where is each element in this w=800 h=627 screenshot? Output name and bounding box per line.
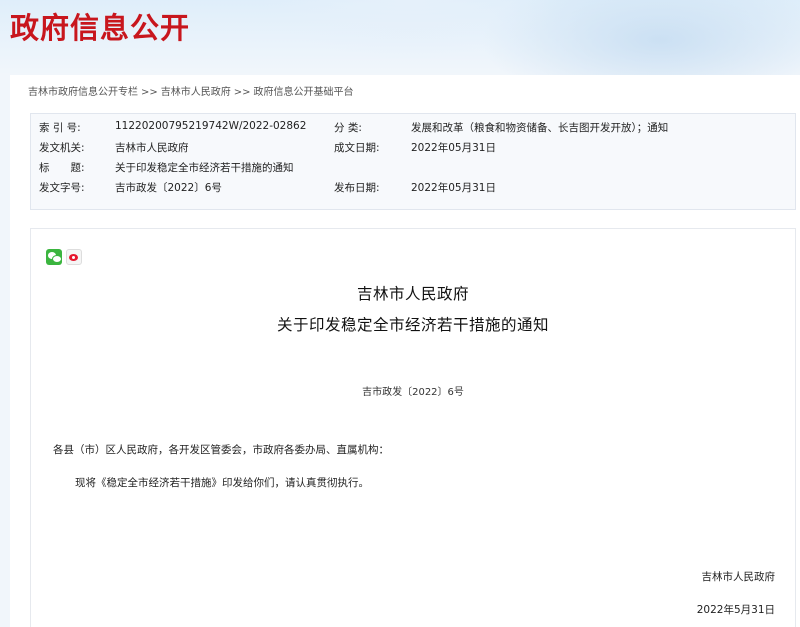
header-banner: 政府信息公开 [0, 0, 800, 75]
page: 政府信息公开 吉林市政府信息公开专栏 >> 吉林市人民政府 >> 政府信息公开基础平台 … [0, 0, 800, 627]
doc-number-label: 发文字号: [39, 182, 85, 194]
weibo-icon[interactable] [66, 249, 82, 265]
info-row-title: 标 题: 关于印发稳定全市经济若干措施的通知 [31, 160, 795, 180]
document-salutation: 各县（市）区人民政府，各开发区管委会，市政府各委办局、直属机构： [53, 444, 389, 456]
index-label: 索 引 号: [39, 122, 81, 134]
category-label: 分 类: [334, 122, 362, 134]
document-number: 吉市政发〔2022〕6号 [362, 387, 464, 398]
document-signature-org: 吉林市人民政府 [701, 571, 776, 583]
breadcrumb-item-government[interactable]: 吉林市人民政府 [161, 87, 231, 98]
issuer-label: 发文机关: [39, 142, 85, 154]
main-panel: 吉林市政府信息公开专栏 >> 吉林市人民政府 >> 政府信息公开基础平台 索 引 号: … [10, 75, 800, 627]
site-title: 政府信息公开 [10, 11, 191, 45]
document-info-table: 索 引 号: 11220200795219742W/2022-02862 分 类… [30, 113, 796, 210]
wechat-icon[interactable] [46, 249, 62, 265]
title-value: 关于印发稳定全市经济若干措施的通知 [115, 162, 294, 174]
published-date-label: 发布日期: [334, 182, 380, 194]
share-bar [46, 249, 86, 268]
issuer-value: 吉林市人民政府 [115, 142, 189, 154]
info-row-index: 索 引 号: 11220200795219742W/2022-02862 分 类… [31, 120, 795, 140]
document-content: 吉林市人民政府 关于印发稳定全市经济若干措施的通知 吉市政发〔2022〕6号 各… [30, 228, 796, 627]
document-signature-date: 2022年5月31日 [696, 604, 775, 616]
category-value: 发展和改革（粮食和物资储备、长吉图开发开放）；通知 [411, 122, 669, 134]
created-date-value: 2022年05月31日 [411, 142, 496, 154]
breadcrumb-item-column[interactable]: 吉林市政府信息公开专栏 [28, 87, 138, 98]
document-title: 关于印发稳定全市经济若干措施的通知 [276, 316, 549, 334]
index-value: 11220200795219742W/2022-02862 [115, 120, 307, 132]
doc-number-value: 吉市政发〔2022〕6号 [115, 182, 222, 194]
document-body-paragraph: 现将《稳定全市经济若干措施》印发给你们，请认真贯彻执行。 [75, 477, 369, 489]
created-date-label: 成文日期: [334, 142, 380, 154]
info-row-issuer: 发文机关: 吉林市人民政府 成文日期: 2022年05月31日 [31, 140, 795, 160]
breadcrumb: 吉林市政府信息公开专栏 >> 吉林市人民政府 >> 政府信息公开基础平台 [28, 83, 354, 98]
title-label: 标 题: [39, 162, 85, 174]
breadcrumb-separator: >> [141, 87, 158, 98]
document-org-heading: 吉林市人民政府 [356, 285, 469, 303]
published-date-value: 2022年05月31日 [411, 182, 496, 194]
info-row-doc-no: 发文字号: 吉市政发〔2022〕6号 发布日期: 2022年05月31日 [31, 180, 795, 200]
breadcrumb-item-platform[interactable]: 政府信息公开基础平台 [254, 87, 354, 98]
breadcrumb-separator: >> [233, 87, 251, 98]
